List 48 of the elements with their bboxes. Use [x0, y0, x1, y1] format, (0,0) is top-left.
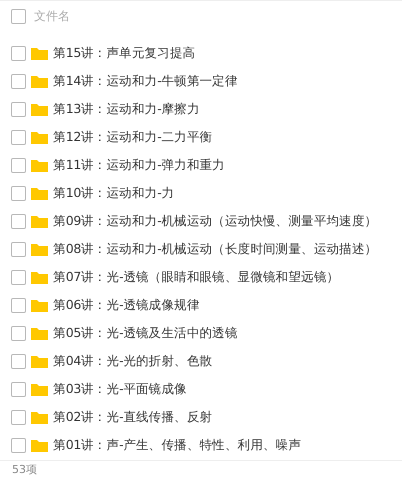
- folder-icon: [31, 46, 48, 60]
- folder-icon: [31, 270, 48, 284]
- select-all-checkbox[interactable]: [11, 8, 26, 24]
- folder-name[interactable]: 第06讲：光-透镜成像规律: [53, 296, 200, 314]
- row-checkbox[interactable]: [11, 270, 26, 284]
- row-checkbox[interactable]: [11, 326, 26, 340]
- folder-name[interactable]: 第11讲：运动和力-弹力和重力: [53, 156, 225, 174]
- row-checkbox[interactable]: [11, 410, 26, 424]
- folder-name[interactable]: 第05讲：光-透镜及生活中的透镜: [53, 324, 238, 342]
- folder-icon: [31, 102, 48, 116]
- folder-icon: [31, 410, 48, 424]
- row-checkbox[interactable]: [11, 298, 26, 312]
- folder-icon: [31, 354, 48, 368]
- column-header: 文件名: [34, 8, 70, 24]
- folder-icon: [31, 438, 48, 452]
- folder-name[interactable]: 第10讲：运动和力-力: [53, 184, 174, 202]
- folder-name[interactable]: 第03讲：光-平面镜成像: [53, 380, 187, 398]
- folder-icon: [31, 326, 48, 340]
- folder-name[interactable]: 第08讲：运动和力-机械运动（长度时间测量、运动描述）: [53, 240, 378, 258]
- folder-icon: [31, 382, 48, 396]
- folder-name[interactable]: 第07讲：光-透镜（眼睛和眼镜、显微镜和望远镜）: [53, 268, 340, 286]
- row-checkbox[interactable]: [11, 186, 26, 200]
- row-checkbox[interactable]: [11, 130, 26, 144]
- item-count: 53项: [12, 462, 37, 477]
- folder-name[interactable]: 第12讲：运动和力-二力平衡: [53, 128, 212, 146]
- row-checkbox[interactable]: [11, 46, 26, 60]
- row-checkbox[interactable]: [11, 438, 26, 452]
- row-checkbox[interactable]: [11, 242, 26, 256]
- row-checkbox[interactable]: [11, 102, 26, 116]
- folder-name[interactable]: 第01讲：声-产生、传播、特性、利用、噪声: [53, 436, 302, 454]
- folder-name[interactable]: 第14讲：运动和力-牛顿第一定律: [53, 72, 238, 90]
- folder-name[interactable]: 第04讲：光-光的折射、色散: [53, 352, 212, 370]
- folder-icon: [31, 158, 48, 172]
- row-checkbox[interactable]: [11, 158, 26, 172]
- folder-icon: [31, 298, 48, 312]
- folder-icon: [31, 242, 48, 256]
- folder-icon: [31, 130, 48, 144]
- folder-icon: [31, 214, 48, 228]
- row-checkbox[interactable]: [11, 74, 26, 88]
- row-checkbox[interactable]: [11, 214, 26, 228]
- folder-name[interactable]: 第09讲：运动和力-机械运动（运动快慢、测量平均速度）: [53, 212, 378, 230]
- folder-name[interactable]: 第02讲：光-直线传播、反射: [53, 408, 212, 426]
- row-checkbox[interactable]: [11, 382, 26, 396]
- folder-icon: [31, 74, 48, 88]
- folder-icon: [31, 186, 48, 200]
- folder-name[interactable]: 第15讲：声单元复习提高: [53, 44, 196, 62]
- folder-name[interactable]: 第13讲：运动和力-摩擦力: [53, 100, 200, 118]
- row-checkbox[interactable]: [11, 354, 26, 368]
